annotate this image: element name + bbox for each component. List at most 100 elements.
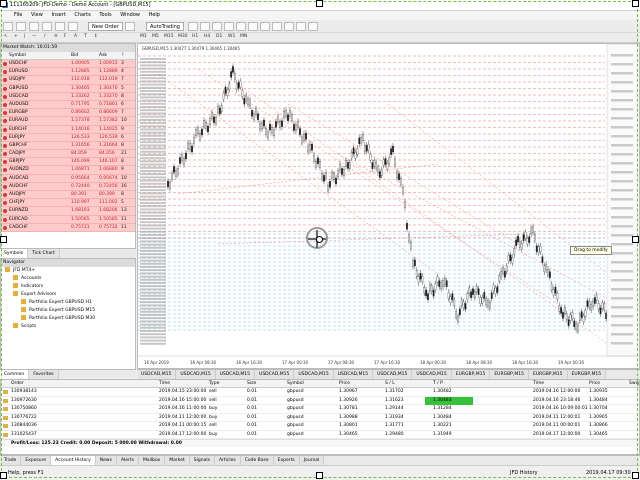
history-row[interactable]: 130844036 2019.04.11 00:00:15 sell 0.01 gbpu… bbox=[1, 422, 639, 431]
tile-windows-icon[interactable] bbox=[248, 22, 258, 31]
history-row[interactable]: 130938143 2019.04.15 23:00:00 sell 0.01 gbpu… bbox=[1, 388, 639, 397]
chart-tab[interactable]: USDCAD,M15 bbox=[176, 370, 216, 379]
resize-handle-w[interactable] bbox=[0, 236, 7, 243]
menu-charts[interactable]: Charts bbox=[74, 11, 90, 20]
text-icon[interactable]: A bbox=[74, 34, 77, 39]
terminal-tab[interactable]: Mailbox bbox=[139, 456, 166, 465]
col-close-time[interactable]: Time bbox=[533, 380, 544, 388]
col-order[interactable]: Order bbox=[11, 380, 24, 388]
market-watch-row[interactable]: AUDNZD 1.06871 1.06880 9 bbox=[1, 166, 135, 175]
navigator-item[interactable]: JFD MT4+ bbox=[1, 267, 135, 275]
col-sl[interactable]: S / L bbox=[385, 380, 395, 388]
autoscroll-icon[interactable] bbox=[260, 22, 270, 31]
chart-window[interactable]: 16 Apr 2019 16 Apr 08:30 16 Apr 16:30 17 Ap… bbox=[137, 43, 640, 369]
label-icon[interactable]: T bbox=[84, 34, 87, 39]
tester-icon[interactable] bbox=[68, 22, 78, 31]
market-watch-row[interactable]: EURNZD 1.68193 1.68206 13 bbox=[1, 207, 135, 216]
navigator-item[interactable]: Scripts bbox=[1, 323, 135, 331]
market-watch-row[interactable]: EURGBP 0.86602 0.86609 7 bbox=[1, 109, 135, 118]
col-bid[interactable]: Bid bbox=[71, 52, 78, 60]
chart-tab[interactable]: USDCAD,M15 bbox=[215, 370, 256, 379]
new-order-button[interactable]: New Order bbox=[88, 22, 123, 31]
col-symbol-t[interactable]: Symbol bbox=[287, 380, 304, 388]
tab-favorites[interactable]: Favorites bbox=[29, 370, 59, 379]
resize-handle-nw[interactable] bbox=[0, 0, 7, 7]
line-chart-icon[interactable] bbox=[212, 22, 222, 31]
terminal-tab[interactable]: Journal bbox=[299, 456, 325, 465]
cursor-icon[interactable]: ↖ bbox=[4, 34, 8, 39]
col-type[interactable]: Type bbox=[209, 380, 219, 388]
tab-common[interactable]: Common bbox=[0, 370, 30, 379]
market-watch-row[interactable]: CADJPY 84.059 84.056 21 bbox=[1, 150, 135, 159]
menu-help[interactable]: Help bbox=[149, 11, 160, 20]
market-watch-row[interactable]: AUDJPY 80.391 80.399 8 bbox=[1, 191, 135, 200]
timeframe-m30[interactable]: M30 bbox=[178, 34, 188, 39]
tab-symbols[interactable]: Symbols bbox=[0, 249, 29, 258]
fibonacci-icon[interactable]: F bbox=[64, 34, 67, 39]
new-chart-icon[interactable] bbox=[3, 22, 13, 31]
terminal-tab[interactable]: Experts bbox=[273, 456, 300, 465]
market-watch-row[interactable]: EURCHF 1.14016 1.14025 9 bbox=[1, 125, 135, 134]
terminal-tab[interactable]: Market bbox=[165, 456, 190, 465]
terminal-tab[interactable]: Exposure bbox=[21, 456, 52, 465]
market-watch-row[interactable]: AUDCAD 0.95664 0.95674 10 bbox=[1, 174, 135, 183]
col-symbol[interactable]: Symbol bbox=[9, 52, 26, 60]
market-watch-icon[interactable] bbox=[29, 22, 39, 31]
auto-trading-button[interactable]: AutoTrading bbox=[146, 22, 184, 31]
chart-tab[interactable]: USDCAD,M15 bbox=[137, 370, 177, 379]
zoom-in-icon[interactable] bbox=[224, 22, 234, 31]
price-chart[interactable]: 16 Apr 2019 16 Apr 08:30 16 Apr 16:30 17 Ap… bbox=[138, 44, 640, 369]
metaeditor-icon[interactable] bbox=[125, 22, 135, 31]
arrows-icon[interactable]: ↕ bbox=[94, 34, 98, 39]
templates-icon[interactable] bbox=[308, 22, 318, 31]
navigator-item[interactable]: Indicators bbox=[1, 283, 135, 291]
col-tp[interactable]: T / P bbox=[433, 380, 443, 388]
chart-tab[interactable]: USDCAD,M15 bbox=[412, 370, 452, 379]
candlestick-icon[interactable] bbox=[200, 22, 210, 31]
market-watch-row[interactable]: USDCHF 1.00905 1.00915 3 bbox=[1, 60, 135, 69]
col-size[interactable]: Size bbox=[247, 380, 256, 388]
bar-chart-icon[interactable] bbox=[188, 22, 198, 31]
terminal-tab[interactable]: Alerts bbox=[116, 456, 140, 465]
market-watch-row[interactable]: GBPJPY 146.099 146.107 8 bbox=[1, 158, 135, 167]
chart-tab[interactable]: EURGBP,M15 bbox=[451, 370, 491, 379]
menu-window[interactable]: Window bbox=[120, 11, 140, 20]
navigator-item[interactable]: Portfolio Expert GBPUSD M15 bbox=[1, 307, 135, 315]
market-watch-row[interactable]: AUDUSD 0.71795 0.71801 6 bbox=[1, 100, 135, 110]
resize-handle-ne[interactable] bbox=[632, 0, 639, 7]
navigator-icon[interactable] bbox=[42, 22, 52, 31]
terminal-tab[interactable]: Signals bbox=[189, 456, 215, 465]
market-watch-row[interactable]: EURAUD 1.57378 1.57382 10 bbox=[1, 117, 135, 126]
zoom-out-icon[interactable] bbox=[236, 22, 246, 31]
menu-insert[interactable]: Insert bbox=[51, 11, 65, 20]
market-watch-row[interactable]: CHFJPY 110.997 111.002 5 bbox=[1, 199, 135, 208]
navigator-item[interactable]: Portfolio Expert GBPUSD M30 bbox=[1, 315, 135, 323]
resize-handle-sw[interactable] bbox=[0, 472, 7, 479]
periods-icon[interactable] bbox=[296, 22, 306, 31]
market-watch-row[interactable]: CADCHF 0.75721 0.75732 11 bbox=[1, 223, 135, 232]
terminal-tab[interactable]: Account History bbox=[51, 456, 96, 465]
chart-tab[interactable]: EURGBP,M15 bbox=[567, 370, 607, 379]
market-watch-row[interactable]: EURUSD 1.12885 1.12889 4 bbox=[1, 68, 135, 77]
terminal-tab[interactable]: Trade bbox=[0, 456, 22, 465]
timeframe-h1[interactable]: H1 bbox=[192, 34, 198, 39]
timeframe-mn[interactable]: MN bbox=[240, 34, 247, 39]
channel-icon[interactable]: ≡ bbox=[54, 34, 58, 39]
vertical-line-icon[interactable]: | bbox=[24, 34, 26, 39]
col-swap[interactable]: Swap bbox=[629, 380, 639, 388]
chart-tab[interactable]: EURGBP,M15 bbox=[490, 370, 529, 379]
chart-tab[interactable]: USDCAD,M15 bbox=[373, 370, 413, 379]
terminal-icon[interactable] bbox=[55, 22, 65, 31]
col-ask[interactable]: Ask bbox=[99, 52, 107, 60]
market-watch-row[interactable]: EURCAD 1.50565 1.50585 11 bbox=[1, 215, 135, 224]
resize-handle-e[interactable] bbox=[632, 236, 639, 243]
menu-tools[interactable]: Tools bbox=[99, 11, 111, 20]
chart-tab[interactable]: EURGBP,M15 bbox=[528, 370, 568, 379]
history-row[interactable]: 131025437 2019.04.17 12:00:00 buy 0.01 gbpus… bbox=[1, 431, 639, 439]
chart-tab[interactable]: USDCAD,M15 bbox=[294, 370, 334, 379]
resize-handle-center[interactable] bbox=[316, 236, 323, 243]
history-row[interactable]: 130972630 2019.04.16 15:00:00 sell 0.01 gbpu… bbox=[1, 396, 639, 405]
trendline-icon[interactable]: / bbox=[44, 34, 46, 39]
tab-tick-chart[interactable]: Tick Chart bbox=[28, 249, 60, 258]
history-row[interactable]: 130776722 2019.04.11 12:00:00 buy 0.01 gbpus… bbox=[1, 414, 639, 422]
